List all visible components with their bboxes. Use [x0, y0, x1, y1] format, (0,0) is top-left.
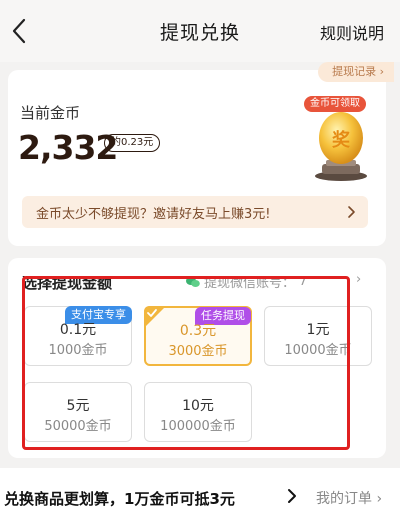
- coin-balance-card: 提现记录 › 当前金币 2,332 约0.23元 金币可领取 奖 金币太少不够提…: [8, 62, 394, 246]
- rules-link[interactable]: 规则说明: [320, 20, 384, 44]
- chevron-right-icon: [288, 489, 296, 503]
- bottom-promo-bar: 兑换商品更划算，1万金币可抵3元 我的订单 ›: [0, 468, 400, 524]
- wechat-more-icon[interactable]: ›: [356, 272, 361, 287]
- reward-egg-icon[interactable]: 奖: [306, 106, 376, 182]
- chevron-right-icon: [348, 206, 355, 218]
- my-orders-link[interactable]: 我的订单 ›: [316, 488, 382, 508]
- withdraw-record-tab[interactable]: 提现记录 ›: [318, 62, 394, 82]
- coin-label: 当前金币: [20, 104, 81, 122]
- reward-badge[interactable]: 金币可领取: [304, 96, 366, 112]
- nav-header: 提现兑换 规则说明: [0, 0, 400, 62]
- coin-approx-badge: 约0.23元: [104, 134, 161, 152]
- egg-char: 奖: [332, 129, 351, 151]
- selection-highlight-box: [22, 276, 350, 450]
- invite-text: 金币太少不够提现？邀请好友马上赚3元!: [36, 207, 271, 222]
- invite-banner[interactable]: 金币太少不够提现？邀请好友马上赚3元!: [22, 196, 368, 228]
- coin-balance: 2,332: [18, 128, 118, 167]
- promo-text[interactable]: 兑换商品更划算，1万金币可抵3元: [4, 488, 235, 509]
